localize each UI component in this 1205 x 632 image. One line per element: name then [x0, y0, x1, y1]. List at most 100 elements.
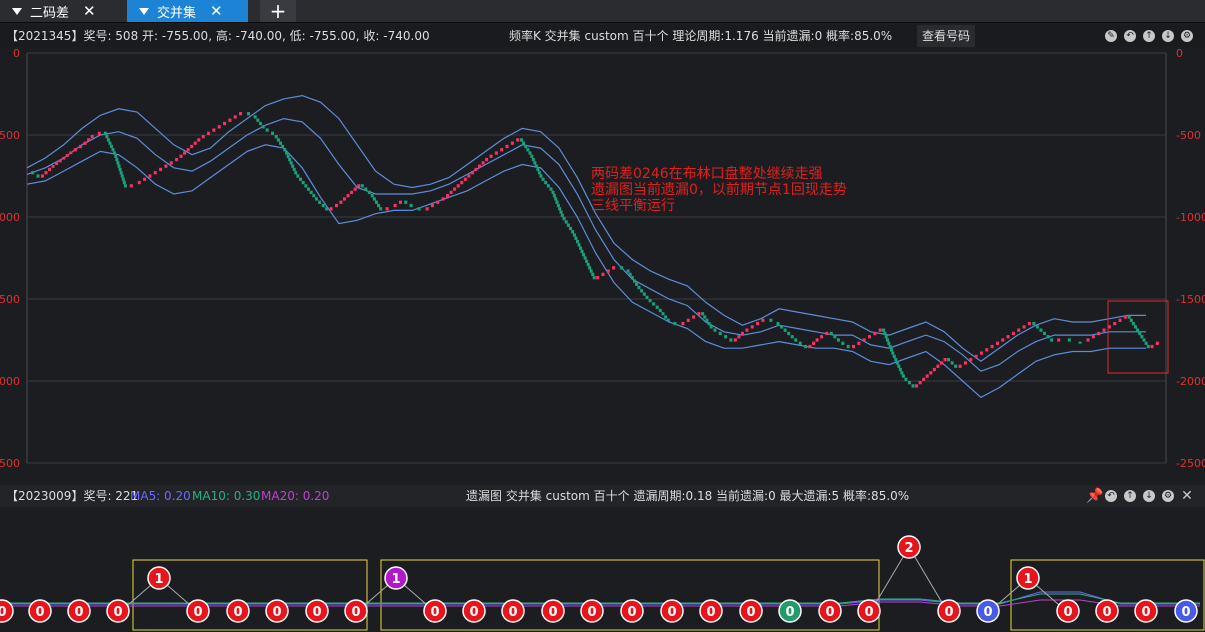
add-tab-button[interactable]: + — [260, 0, 296, 23]
candle-step — [640, 289, 644, 293]
candle-step — [360, 184, 364, 188]
dropdown-triangle-icon[interactable] — [12, 7, 22, 15]
candle-step — [829, 331, 833, 336]
candle-step — [276, 138, 280, 142]
candle-step — [1102, 328, 1106, 332]
arrow-up-icon[interactable]: ↑ — [1143, 30, 1155, 42]
tab-two-code-diff[interactable]: 二码差 ✕ — [0, 0, 115, 22]
candle-step — [898, 367, 902, 372]
settings-icon[interactable]: ⚙ — [1181, 30, 1193, 42]
candle-step — [372, 197, 376, 201]
candle-step — [342, 197, 346, 201]
view-numbers-button[interactable]: 查看号码 — [917, 25, 976, 47]
candle-step — [787, 331, 791, 336]
candle-step — [309, 190, 313, 195]
candle-step — [571, 230, 575, 234]
candle-step — [566, 223, 570, 227]
candle-step — [69, 151, 73, 155]
candle-step — [588, 266, 592, 270]
candle-step — [274, 135, 278, 139]
candle-step — [247, 112, 251, 116]
candle-step — [745, 328, 749, 332]
candle-step — [642, 292, 646, 296]
candle-step — [648, 299, 652, 303]
top-chart-controls: ✎ ↶ ↑ ↓ ⚙ — [1105, 25, 1193, 47]
candle-step — [121, 177, 125, 181]
candle-step — [1150, 344, 1154, 349]
candle-step — [116, 161, 120, 165]
candle-step — [729, 338, 733, 342]
bubble-label: 0 — [0, 605, 7, 620]
candle-step — [474, 167, 478, 172]
close-icon[interactable]: ✕ — [210, 2, 223, 20]
candle-step — [1146, 344, 1150, 349]
pin-icon[interactable]: 📌 — [1086, 489, 1103, 503]
candle-step — [969, 358, 973, 362]
bubble-label: 1 — [391, 572, 400, 587]
candle-step — [533, 161, 537, 165]
bubble-label: 0 — [430, 605, 439, 620]
arrow-up-icon[interactable]: ↑ — [1124, 490, 1136, 502]
candle-step — [253, 115, 257, 119]
ma5-label: MA5: 0.20 — [130, 489, 191, 503]
bubble-label: 0 — [667, 605, 676, 620]
candle-step — [833, 335, 837, 339]
candle-step — [329, 207, 333, 211]
candle-step — [55, 162, 59, 166]
candle-step — [652, 302, 656, 306]
candle-step — [90, 135, 94, 139]
tab-intersection-union[interactable]: 交并集 ✕ — [127, 0, 248, 22]
candle-step — [261, 125, 265, 129]
candle-step — [1078, 341, 1082, 344]
candle-step — [1091, 335, 1095, 339]
back-icon[interactable]: ↶ — [1124, 30, 1136, 42]
candle-step — [201, 135, 205, 139]
candle-step — [701, 312, 705, 316]
candle-step — [798, 341, 802, 345]
close-icon[interactable]: ✕ — [83, 2, 96, 20]
arrow-down-icon[interactable]: ↓ — [1143, 490, 1155, 502]
candle-step — [852, 344, 856, 349]
candle-step — [377, 203, 381, 208]
candle-step — [522, 141, 526, 145]
candle-step — [560, 213, 564, 217]
candle-step — [628, 272, 632, 277]
candle-step — [367, 190, 371, 195]
dropdown-triangle-icon[interactable] — [139, 7, 149, 15]
bubble-label: 0 — [272, 605, 281, 620]
candle-step — [217, 125, 221, 129]
edit-icon[interactable]: ✎ — [1105, 30, 1117, 42]
candle-step — [883, 331, 887, 336]
candle-step — [453, 187, 457, 191]
candle-step — [583, 256, 587, 260]
candle-step — [119, 171, 123, 175]
candle-step — [1017, 328, 1021, 332]
ma10-label: MA10: 0.30 — [192, 489, 261, 503]
bollinger-mid-line — [26, 117, 1146, 372]
settings-icon[interactable]: ⚙ — [1162, 490, 1174, 502]
candle-step — [40, 174, 44, 178]
candle-step — [939, 361, 943, 365]
close-icon[interactable]: ✕ — [1181, 489, 1193, 503]
y-tick-left: -1500 — [0, 293, 20, 306]
candle-step — [889, 348, 893, 352]
bottom-chart-info-bar: 【2023009】奖号: 221 MA5: 0.20 MA10: 0.30 MA… — [0, 485, 1205, 507]
candle-step — [1140, 335, 1144, 339]
candle-step — [661, 312, 665, 316]
candle-step — [1136, 328, 1140, 332]
candle-step — [481, 161, 485, 165]
tab-bar: 二码差 ✕ 交并集 ✕ + — [0, 0, 1205, 23]
y-tick-left: -2000 — [0, 375, 20, 388]
candle-step — [137, 180, 141, 185]
arrow-down-icon[interactable]: ↓ — [1162, 30, 1174, 42]
candle-step — [417, 207, 421, 211]
candle-step — [1129, 318, 1133, 322]
bubble-label: 0 — [35, 605, 44, 620]
candle-step — [44, 171, 48, 175]
candle-step — [271, 131, 275, 135]
candle-step — [632, 279, 636, 283]
candle-step — [922, 377, 926, 381]
back-icon[interactable]: ↶ — [1105, 490, 1117, 502]
candle-step — [524, 144, 528, 149]
candle-step — [500, 148, 504, 152]
